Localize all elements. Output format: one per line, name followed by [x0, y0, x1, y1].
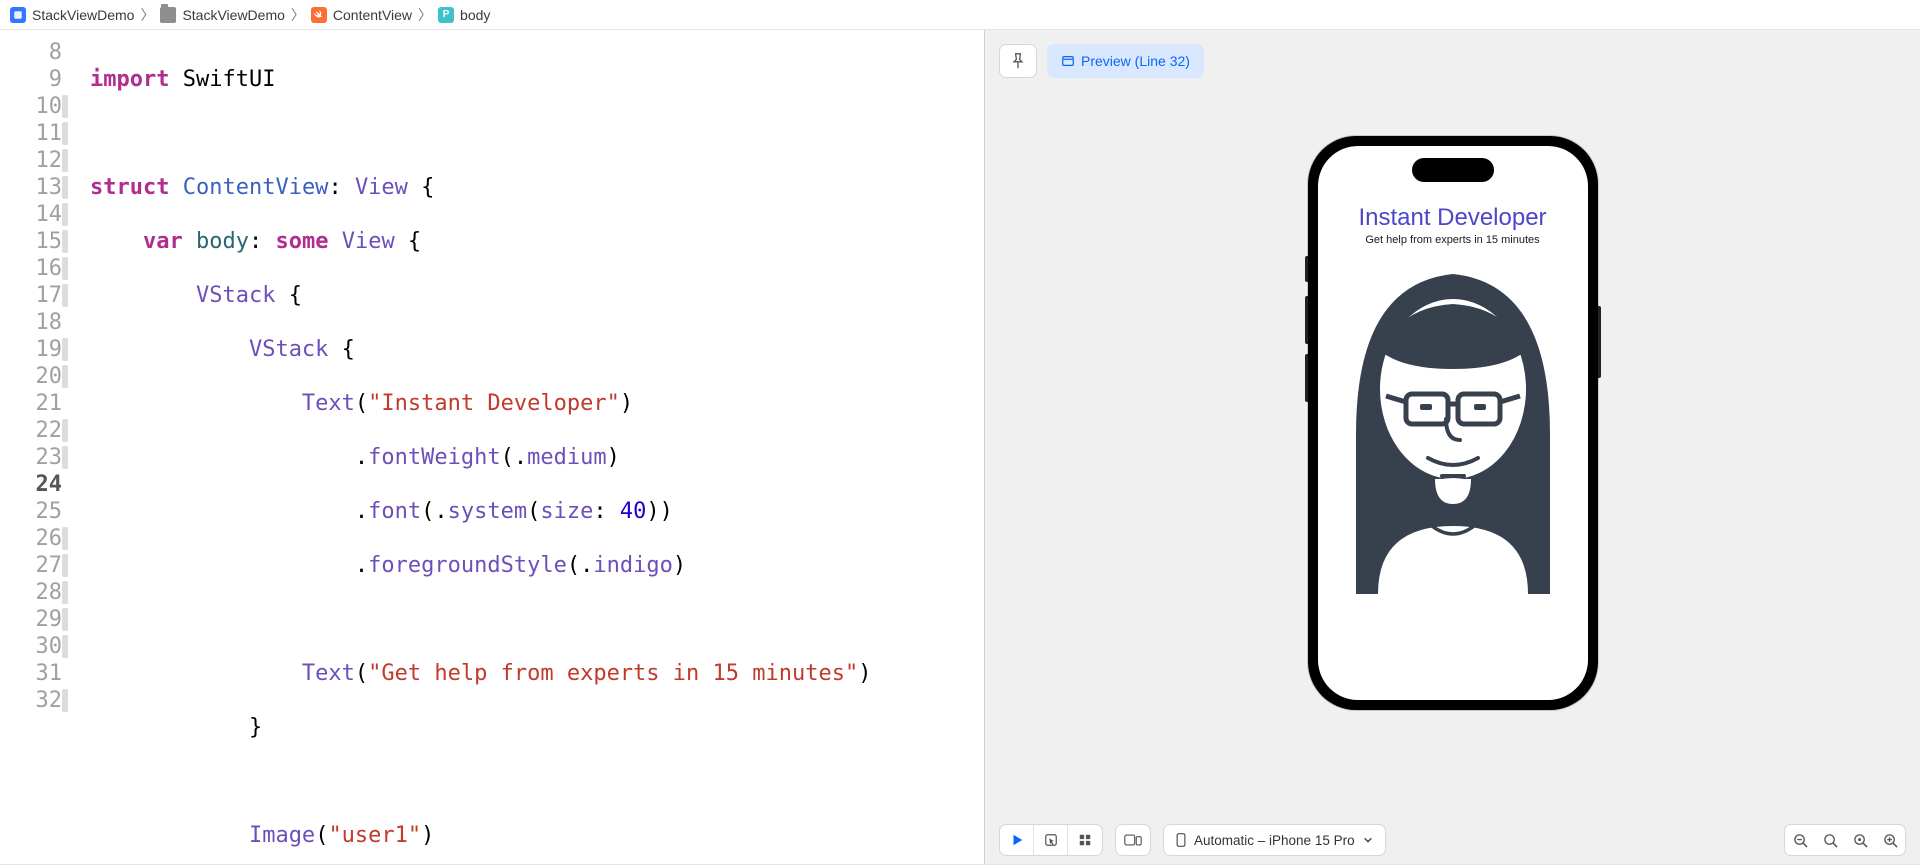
preview-tab-label: Preview (Line 32): [1081, 53, 1190, 69]
line-gutter: 89 10111213 14151617 18192021 222324 252…: [0, 30, 68, 864]
pin-button[interactable]: [999, 44, 1037, 78]
preview-icon: [1061, 54, 1075, 68]
selectable-button[interactable]: [1034, 825, 1068, 855]
preview-panel: Preview (Line 32) Instant Developer Get …: [985, 30, 1920, 864]
preview-canvas[interactable]: Instant Developer Get help from experts …: [985, 30, 1920, 816]
device-screen: Instant Developer Get help from experts …: [1318, 146, 1588, 700]
breadcrumb-label: body: [460, 7, 490, 23]
breadcrumb-symbol[interactable]: P body: [438, 7, 490, 23]
zoom-out-button[interactable]: [1785, 825, 1815, 855]
chevron-right-icon: 〉: [418, 5, 432, 25]
chevron-right-icon: 〉: [140, 5, 154, 25]
preview-tab[interactable]: Preview (Line 32): [1047, 44, 1204, 78]
folder-icon: [160, 7, 176, 23]
zoom-out-icon: [1793, 833, 1808, 848]
zoom-fit-icon: [1823, 833, 1838, 848]
device-label: Automatic – iPhone 15 Pro: [1194, 833, 1355, 848]
zoom-actual-button[interactable]: [1845, 825, 1875, 855]
code-editor[interactable]: 89 10111213 14151617 18192021 222324 252…: [0, 30, 984, 864]
pin-icon: [1011, 53, 1025, 69]
grid-icon: [1078, 833, 1092, 847]
breadcrumb-label: StackViewDemo: [182, 7, 284, 23]
device-frame: Instant Developer Get help from experts …: [1308, 136, 1598, 710]
breadcrumb-file[interactable]: ContentView: [311, 7, 412, 23]
phone-icon: [1176, 833, 1186, 847]
zoom-100-icon: [1853, 833, 1868, 848]
app-icon: [10, 7, 26, 23]
swift-icon: [311, 7, 327, 23]
dynamic-island: [1412, 158, 1494, 182]
breadcrumb-project[interactable]: StackViewDemo: [10, 7, 134, 23]
property-icon: P: [438, 7, 454, 23]
device-settings-button[interactable]: [1115, 824, 1151, 856]
zoom-group: [1784, 824, 1906, 856]
user-avatar-image: [1336, 254, 1570, 594]
preview-toolbar: Automatic – iPhone 15 Pro: [985, 816, 1920, 864]
run-mode-group: [999, 824, 1103, 856]
device-selector[interactable]: Automatic – iPhone 15 Pro: [1163, 824, 1386, 856]
breadcrumb: StackViewDemo 〉 StackViewDemo 〉 ContentV…: [0, 0, 1920, 30]
chevron-down-icon: [1363, 835, 1373, 845]
zoom-in-icon: [1883, 833, 1898, 848]
breadcrumb-label: ContentView: [333, 7, 412, 23]
play-icon: [1010, 833, 1024, 847]
breadcrumb-folder[interactable]: StackViewDemo: [160, 7, 284, 23]
device-pair-icon: [1124, 833, 1142, 847]
chevron-right-icon: 〉: [291, 5, 305, 25]
zoom-fit-button[interactable]: [1815, 825, 1845, 855]
live-button[interactable]: [1000, 825, 1034, 855]
app-title: Instant Developer: [1358, 204, 1546, 232]
variants-button[interactable]: [1068, 825, 1102, 855]
code-content[interactable]: import SwiftUI struct ContentView: View …: [68, 30, 984, 864]
cursor-rect-icon: [1044, 833, 1058, 847]
breadcrumb-label: StackViewDemo: [32, 7, 134, 23]
zoom-in-button[interactable]: [1875, 825, 1905, 855]
app-subtitle: Get help from experts in 15 minutes: [1365, 234, 1539, 246]
